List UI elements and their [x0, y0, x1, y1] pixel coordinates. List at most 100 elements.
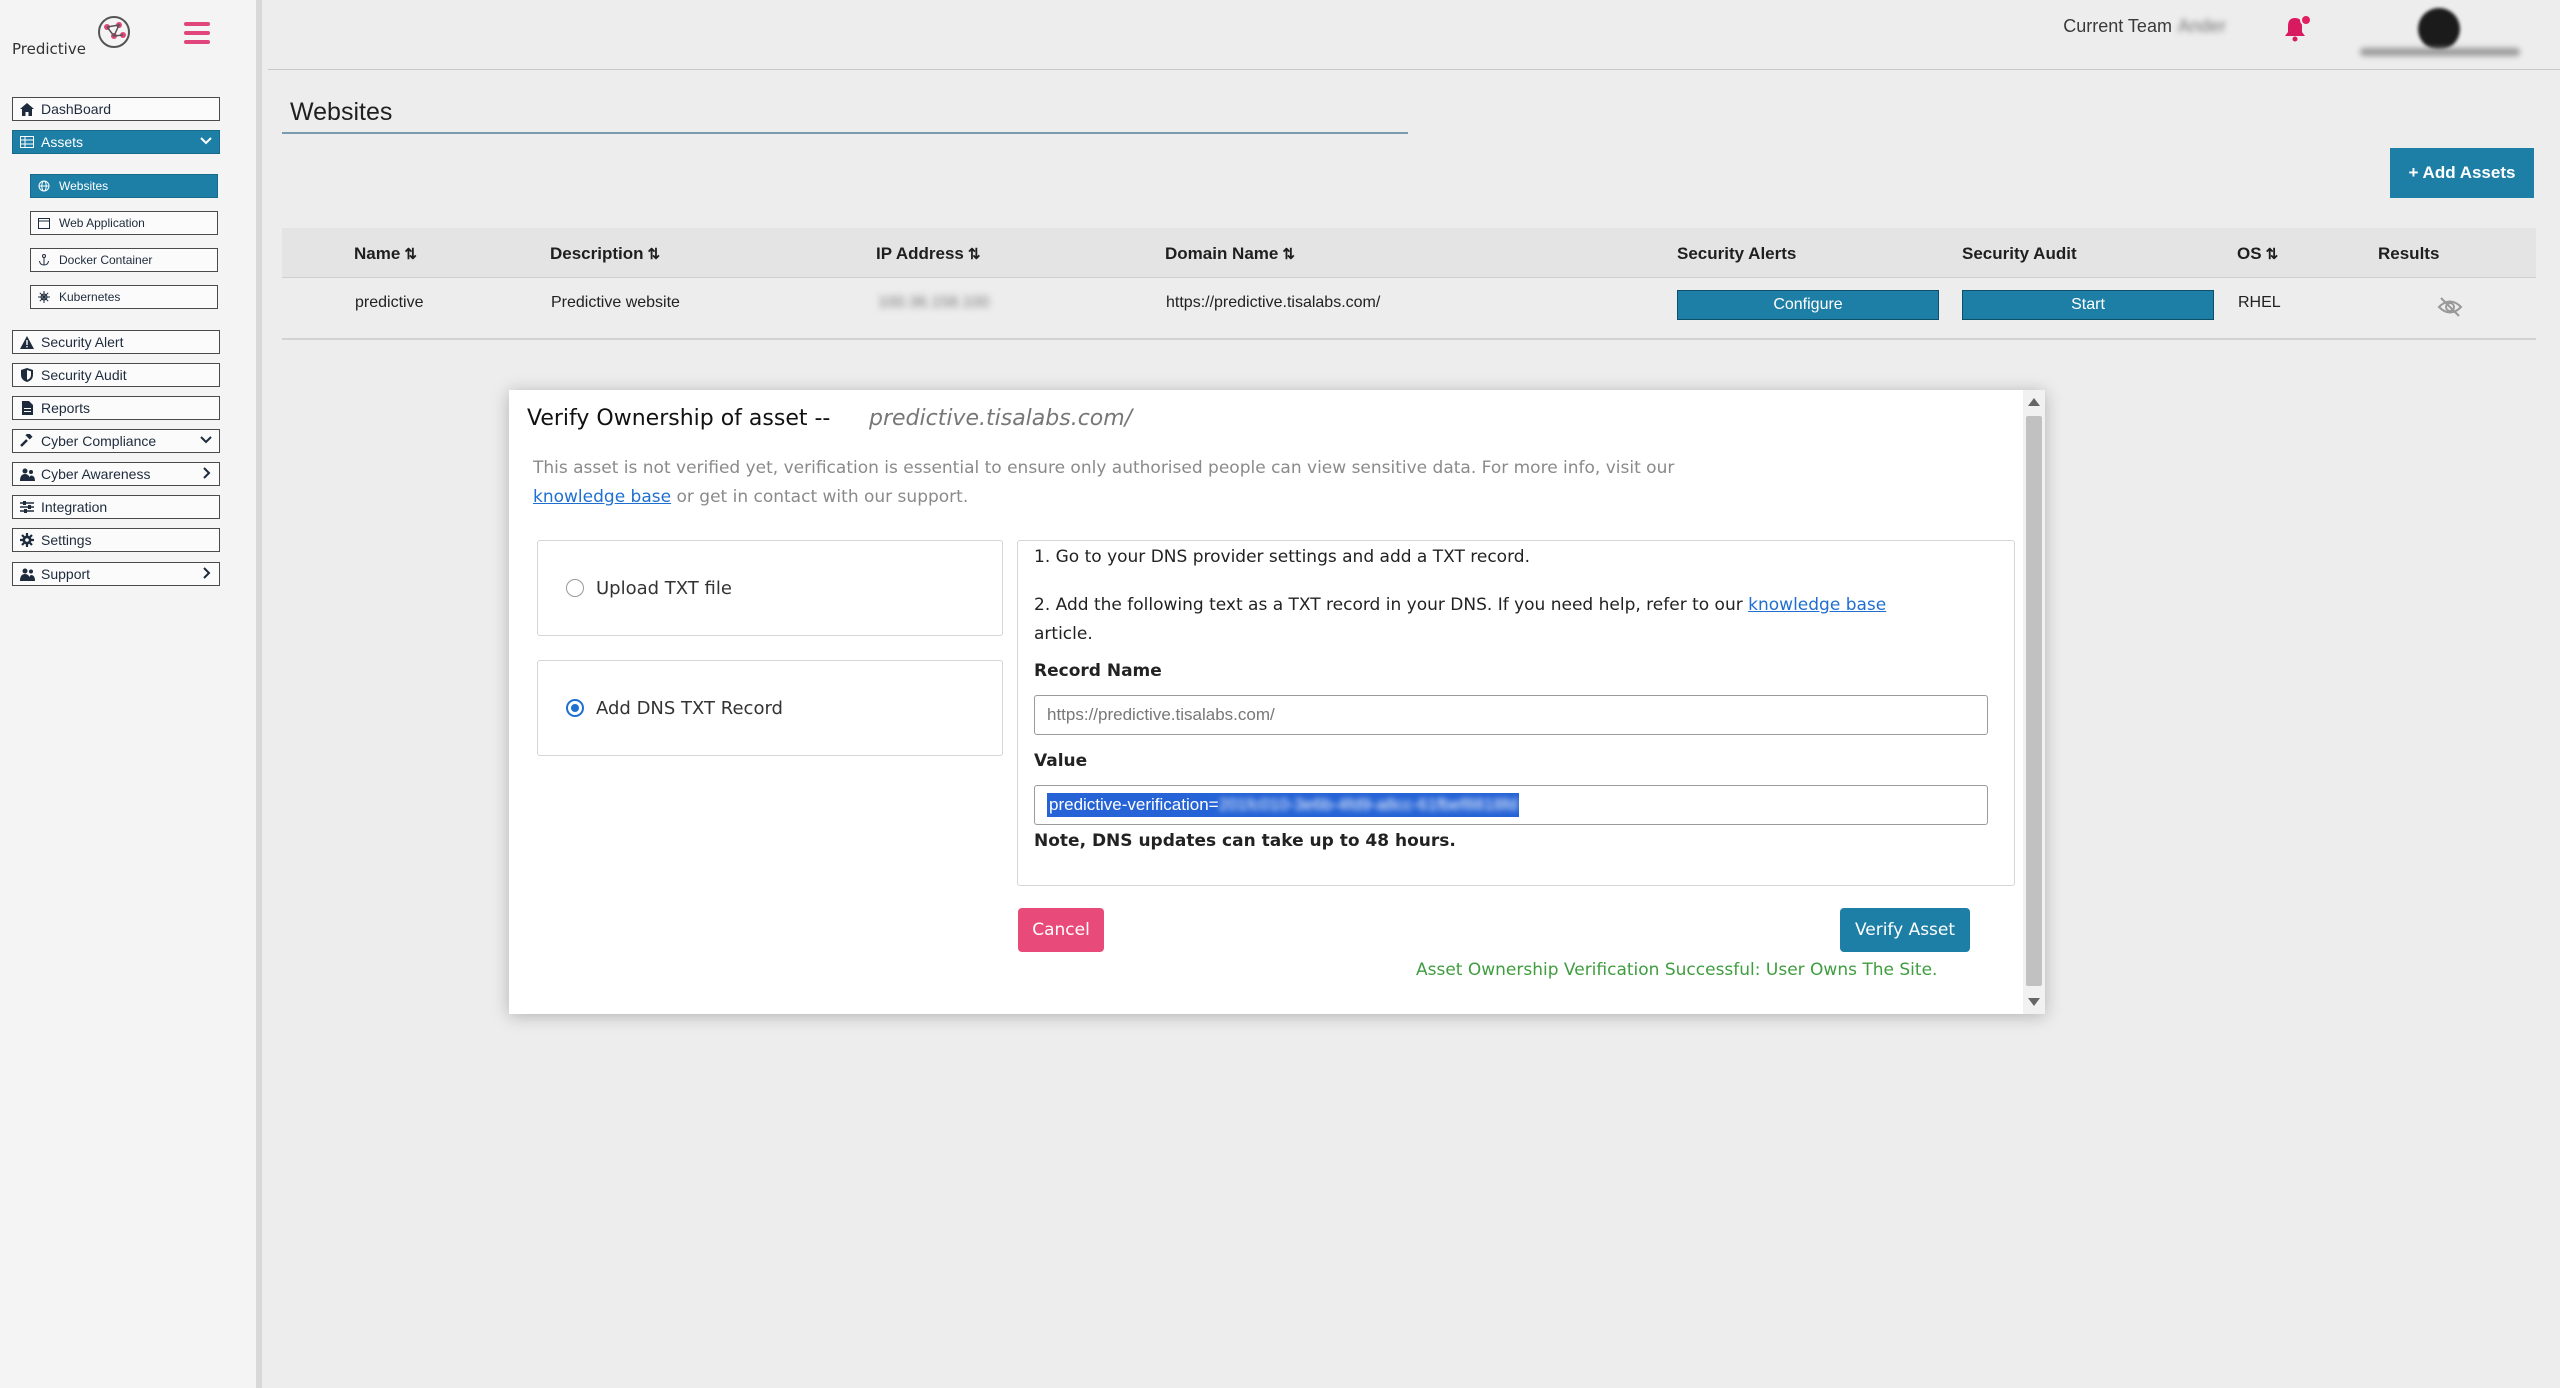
sidebar-item-label: Integration: [41, 499, 108, 515]
column-label: Results: [2378, 244, 2440, 263]
sidebar-item-label: Security Alert: [41, 334, 124, 350]
sort-icon[interactable]: ⇅: [648, 245, 661, 263]
record-name-input[interactable]: https://predictive.tisalabs.com/: [1034, 695, 1988, 735]
chevron-down-icon: [200, 436, 212, 444]
sliders-icon: [19, 499, 35, 515]
shield-icon: [19, 367, 35, 383]
sidebar: Predictive DashBoard Assets Websites Web…: [0, 0, 262, 1388]
table-header: Name ⇅ Description ⇅ IP Address ⇅ Domain Na…: [282, 228, 2536, 278]
chevron-down-icon: [200, 137, 212, 145]
knowledge-base-link[interactable]: knowledge base: [1748, 595, 1886, 615]
sidebar-item-integration[interactable]: Integration: [12, 495, 220, 519]
title-divider: [282, 132, 1408, 134]
assets-table: Name ⇅ Description ⇅ IP Address ⇅ Domain Na…: [282, 228, 2536, 340]
sidebar-subitem-docker-container[interactable]: Docker Container: [30, 248, 218, 272]
helm-icon: [37, 290, 51, 304]
sidebar-item-cyber-compliance[interactable]: Cyber Compliance: [12, 429, 220, 453]
verify-asset-button[interactable]: Verify Asset: [1840, 908, 1970, 952]
file-icon: [19, 400, 35, 416]
cell-description: Predictive website: [551, 294, 680, 311]
dns-txt-option[interactable]: Add DNS TXT Record: [537, 660, 1003, 756]
home-icon: [19, 101, 35, 117]
sort-icon[interactable]: ⇅: [2266, 245, 2279, 263]
column-header-description[interactable]: Description ⇅: [550, 244, 661, 264]
brand-logo[interactable]: Predictive: [12, 14, 142, 60]
column-label: Description: [550, 244, 644, 263]
sidebar-item-cyber-awareness[interactable]: Cyber Awareness: [12, 462, 220, 486]
column-header-name[interactable]: Name ⇅: [354, 244, 417, 264]
sidebar-item-label: DashBoard: [41, 101, 112, 117]
value-input[interactable]: predictive-verification=201fc010-3e6b-4f…: [1034, 785, 1988, 825]
users-icon: [19, 466, 35, 482]
sidebar-subitem-label: Docker Container: [59, 253, 153, 267]
sort-icon[interactable]: ⇅: [1282, 245, 1295, 263]
modal-scrollbar[interactable]: [2023, 390, 2045, 1014]
column-header-os[interactable]: OS ⇅: [2237, 244, 2279, 264]
record-name-value: https://predictive.tisalabs.com/: [1047, 705, 1275, 724]
sidebar-item-support[interactable]: Support: [12, 562, 220, 586]
avatar[interactable]: [2418, 8, 2460, 50]
column-header-security-alerts: Security Alerts: [1677, 244, 1796, 264]
column-header-ip-address[interactable]: IP Address ⇅: [876, 244, 981, 264]
step-2-start: 2. Add the following text as a TXT recor…: [1034, 595, 1743, 615]
cell-domain: https://predictive.tisalabs.com/: [1166, 294, 1381, 311]
sidebar-item-security-audit[interactable]: Security Audit: [12, 363, 220, 387]
current-team-name: Ander: [2177, 16, 2226, 36]
cancel-button[interactable]: Cancel: [1018, 908, 1104, 952]
column-header-domain-name[interactable]: Domain Name ⇅: [1165, 244, 1295, 264]
sidebar-item-assets[interactable]: Assets: [12, 130, 220, 154]
notification-badge: [2300, 14, 2312, 26]
chevron-right-icon: [203, 467, 211, 479]
sidebar-subitem-websites[interactable]: Websites: [30, 174, 218, 198]
scroll-thumb[interactable]: [2026, 416, 2042, 986]
anchor-icon: [37, 253, 51, 267]
info-text-end: or get in contact with our support.: [676, 487, 969, 507]
gavel-icon: [19, 433, 35, 449]
sidebar-item-label: Support: [41, 566, 91, 582]
current-team-label: Current Team: [2063, 16, 2172, 36]
scroll-down-icon[interactable]: [2028, 998, 2040, 1006]
scroll-up-icon[interactable]: [2028, 398, 2040, 406]
dns-txt-radio[interactable]: [566, 699, 584, 717]
sidebar-subitem-web-application[interactable]: Web Application: [30, 211, 218, 235]
configure-button[interactable]: Configure: [1677, 290, 1939, 320]
eye-off-icon[interactable]: [2437, 296, 2463, 318]
sidebar-item-dashboard[interactable]: DashBoard: [12, 97, 220, 121]
step-1-text: 1. Go to your DNS provider settings and …: [1034, 547, 1530, 567]
upload-txt-radio[interactable]: [566, 579, 584, 597]
cell-ip-address: 100.36.158.100: [878, 294, 990, 311]
modal-domain: predictive.tisalabs.com/: [869, 406, 1133, 431]
column-label: Name: [354, 244, 401, 263]
sidebar-subitem-label: Kubernetes: [59, 290, 121, 304]
verification-success-message: Asset Ownership Verification Successful:…: [1416, 960, 1938, 980]
column-label: Security Alerts: [1677, 244, 1797, 263]
brand-name: Predictive: [12, 40, 86, 58]
info-text-start: This asset is not verified yet, verifica…: [533, 458, 1675, 478]
sidebar-item-label: Reports: [41, 400, 91, 416]
sidebar-item-security-alert[interactable]: Security Alert: [12, 330, 220, 354]
table-icon: [19, 134, 35, 150]
chevron-right-icon: [203, 567, 211, 579]
sidebar-item-reports[interactable]: Reports: [12, 396, 220, 420]
value-prefix: predictive-verification=: [1049, 795, 1219, 814]
column-label: IP Address: [876, 244, 964, 263]
sort-icon[interactable]: ⇅: [404, 245, 417, 263]
sidebar-item-settings[interactable]: Settings: [12, 528, 220, 552]
knowledge-base-link[interactable]: knowledge base: [533, 487, 671, 507]
notification-bell-icon[interactable]: [2284, 14, 2312, 44]
sidebar-item-label: Security Audit: [41, 367, 127, 383]
modal-title: Verify Ownership of asset --: [527, 406, 831, 431]
gear-icon: [19, 532, 35, 548]
current-team[interactable]: Current Team Ander: [2063, 16, 2226, 37]
sort-icon[interactable]: ⇅: [968, 245, 981, 263]
top-bar: Current Team Ander: [268, 0, 2560, 70]
menu-toggle-icon[interactable]: [184, 22, 210, 44]
add-assets-button[interactable]: + Add Assets: [2390, 148, 2534, 198]
user-name-redacted: [2360, 48, 2520, 56]
sidebar-item-label: Settings: [41, 532, 92, 548]
column-header-results: Results: [2378, 244, 2439, 264]
column-header-security-audit: Security Audit: [1962, 244, 2077, 264]
upload-txt-option[interactable]: Upload TXT file: [537, 540, 1003, 636]
sidebar-subitem-kubernetes[interactable]: Kubernetes: [30, 285, 218, 309]
start-audit-button[interactable]: Start: [1962, 290, 2214, 320]
